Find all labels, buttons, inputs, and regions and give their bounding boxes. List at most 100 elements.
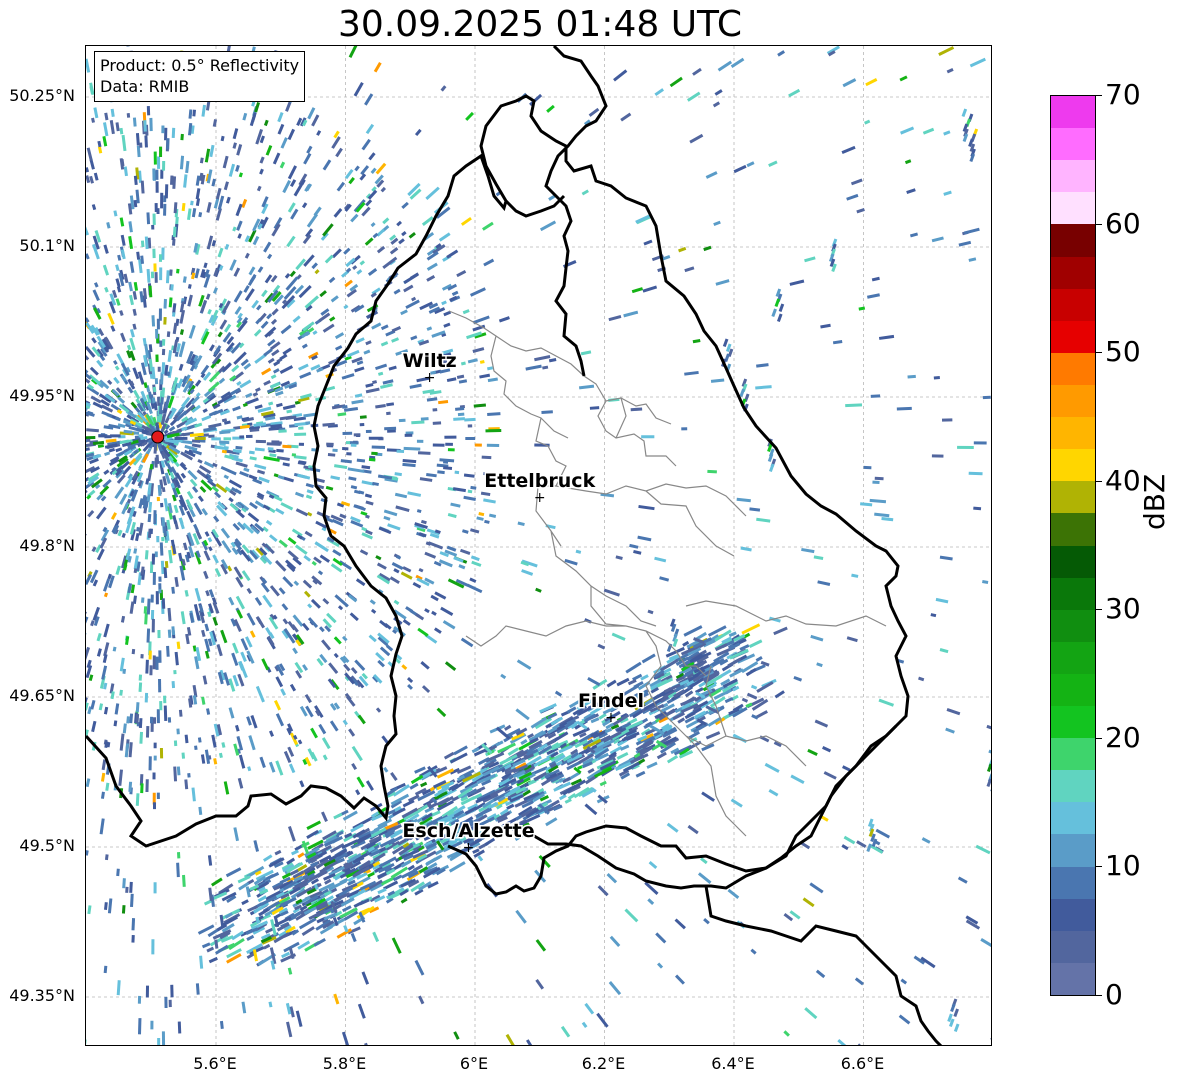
echo-cell — [674, 918, 686, 930]
echo-cell — [778, 303, 785, 313]
echo-cell — [434, 627, 442, 634]
echo-cell — [103, 592, 109, 598]
echo-cell — [264, 326, 277, 338]
echo-cell — [159, 542, 164, 556]
echo-cell — [368, 152, 376, 161]
echo-cell — [280, 688, 287, 696]
echo-cell — [394, 472, 402, 477]
echo-cell — [267, 253, 273, 260]
echo-cell — [157, 629, 161, 639]
echo-cell — [128, 221, 133, 233]
echo-cell — [705, 731, 721, 740]
echo-cell — [201, 104, 207, 117]
echo-cell — [990, 783, 991, 793]
echo-cell — [147, 513, 152, 523]
echo-cell — [384, 426, 397, 431]
echo-cell — [204, 531, 210, 537]
echo-cell — [348, 728, 356, 737]
echo-cell — [335, 147, 343, 158]
echo-cell — [148, 285, 153, 298]
colorbar-tick-label: 70 — [1105, 78, 1141, 111]
echo-cell — [86, 447, 90, 452]
echo-cell — [365, 780, 374, 791]
echo-cell — [259, 156, 265, 164]
echo-cell — [217, 331, 223, 338]
echo-cell — [219, 430, 231, 435]
radar-site — [151, 430, 165, 444]
echo-cell — [223, 474, 230, 480]
echo-cell — [150, 594, 154, 603]
echo-cell — [161, 1031, 166, 1045]
echo-cell — [580, 350, 592, 356]
echo-cell — [156, 709, 160, 724]
echo-cell — [637, 535, 652, 542]
echo-cell — [119, 733, 125, 751]
echo-cell — [606, 679, 617, 688]
echo-cell — [633, 549, 642, 555]
echo-cell — [137, 1018, 142, 1035]
echo-cell — [121, 905, 126, 914]
echo-cell — [841, 145, 856, 155]
echo-cell — [386, 402, 395, 407]
echo-cell — [195, 175, 201, 186]
echo-cell — [909, 232, 919, 238]
echo-cell — [881, 517, 894, 522]
echo-cell — [104, 286, 109, 293]
echo-cell — [377, 659, 385, 668]
echo-cell — [156, 496, 160, 502]
echo-cell — [357, 1003, 366, 1019]
echo-cell — [149, 117, 153, 132]
echo-cell — [816, 662, 823, 668]
echo-cell — [189, 478, 198, 487]
product-info-box: Product: 0.5° Reflectivity Data: RMIB — [94, 51, 306, 102]
echo-cell — [299, 371, 312, 379]
echo-cell — [92, 289, 100, 302]
echo-cell — [171, 586, 175, 594]
echo-cell — [212, 287, 218, 294]
echo-cell — [438, 232, 451, 242]
echo-cell — [278, 587, 286, 595]
echo-cell — [86, 147, 93, 161]
echo-cell — [442, 620, 456, 630]
echo-cell — [283, 286, 297, 300]
echo-cell — [294, 544, 308, 555]
echo-cell — [223, 181, 229, 191]
echo-cell — [273, 368, 280, 374]
echo-cell — [307, 603, 313, 609]
echo-cell — [856, 208, 865, 214]
echo-cell — [236, 220, 243, 231]
echo-cell — [353, 82, 364, 97]
colorbar-unit-label: dBZ — [1138, 473, 1171, 530]
echo-cell — [478, 512, 485, 517]
echo-cell — [329, 720, 339, 732]
echo-cell — [402, 619, 411, 626]
echo-cell — [657, 962, 664, 969]
echo-cell — [446, 249, 459, 259]
map-panel[interactable]: + Wiltz + Ettelbruck + Findel + Esch/Alzette — [85, 45, 992, 1046]
echo-cell — [351, 762, 358, 771]
echo-cell — [505, 1033, 516, 1045]
echo-cell — [187, 284, 192, 289]
echo-cell — [148, 501, 153, 513]
echo-cell — [303, 554, 312, 562]
echo-cell — [174, 576, 179, 588]
echo-cell — [86, 428, 99, 433]
echo-cell — [368, 436, 383, 440]
echo-cell — [298, 442, 305, 446]
echo-cell — [180, 611, 186, 625]
echo-cell — [870, 394, 881, 398]
echo-cell — [152, 248, 156, 259]
echo-cell — [105, 782, 110, 791]
echo-cell — [179, 329, 185, 335]
echo-cell — [114, 703, 120, 715]
echo-cell — [228, 163, 236, 177]
echo-cell — [403, 446, 421, 451]
echo-cell — [168, 425, 176, 432]
colorbar — [1050, 95, 1096, 996]
echo-cell — [116, 286, 122, 293]
echo-cell — [163, 705, 168, 722]
echo-cell — [939, 648, 949, 654]
echo-cell — [285, 276, 299, 291]
echo-cell — [669, 76, 683, 88]
echo-cell — [717, 60, 733, 72]
